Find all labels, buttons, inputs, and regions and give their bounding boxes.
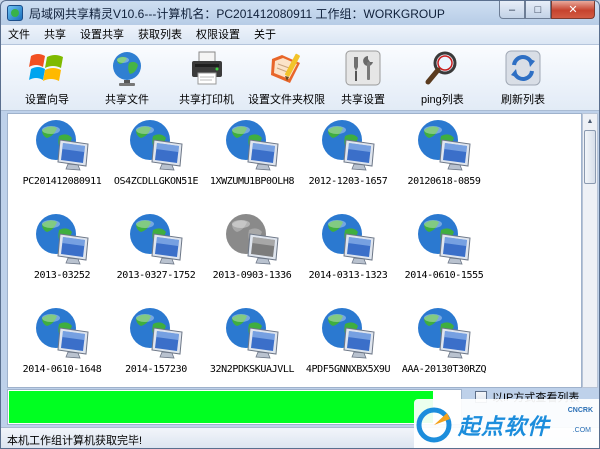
share-printer-button[interactable]: 共享打印机 bbox=[179, 49, 234, 107]
tool-label: 设置文件夹权限 bbox=[248, 94, 325, 106]
networked-computer-icon bbox=[36, 214, 89, 265]
computer-item[interactable]: AAA-20130T30RZQ bbox=[396, 304, 492, 375]
networked-computer-icon bbox=[418, 308, 471, 359]
computer-item[interactable]: 4PDF5GNNXBX5X9U bbox=[300, 304, 396, 375]
maximize-button[interactable]: □ bbox=[525, 1, 551, 19]
offline-computer-icon bbox=[226, 214, 279, 265]
networked-computer-icon bbox=[418, 120, 471, 171]
menu-get-list[interactable]: 获取列表 bbox=[131, 25, 189, 45]
computer-item[interactable]: 2013-0327-1752 bbox=[108, 210, 204, 281]
computer-name: 2014-0610-1555 bbox=[404, 270, 484, 281]
networked-computer-icon bbox=[322, 308, 375, 359]
networked-computer-icon bbox=[36, 308, 89, 359]
menu-about[interactable]: 关于 bbox=[247, 25, 283, 45]
folder-pencil-icon bbox=[267, 49, 307, 87]
close-button[interactable]: ✕ bbox=[551, 1, 595, 19]
vertical-scrollbar[interactable]: ▲ bbox=[582, 113, 598, 388]
computer-item[interactable]: 2012-1203-1657 bbox=[300, 116, 396, 187]
computer-item[interactable]: 2013-03252 bbox=[14, 210, 110, 281]
computer-name: 2013-03252 bbox=[33, 270, 91, 281]
window-title: 局域网共享精灵V10.6---计算机名：PC201412080911 工作组：W… bbox=[29, 6, 445, 21]
tool-label: 共享设置 bbox=[341, 94, 385, 106]
computer-item[interactable]: 2014-0610-1648 bbox=[14, 304, 110, 375]
progress-fill bbox=[9, 391, 433, 423]
windows-logo-icon bbox=[27, 49, 67, 87]
app-icon bbox=[7, 5, 23, 21]
computer-item[interactable]: OS4ZCDLLGKON51E bbox=[108, 116, 204, 187]
tool-label: 共享打印机 bbox=[179, 94, 234, 106]
computer-item[interactable]: PC201412080911 bbox=[14, 116, 110, 187]
close-icon: ✕ bbox=[568, 4, 578, 16]
computer-item[interactable]: 2014-0313-1323 bbox=[300, 210, 396, 281]
menu-file[interactable]: 文件 bbox=[1, 25, 37, 45]
watermark-sub2: .COM bbox=[572, 427, 591, 434]
networked-computer-icon bbox=[226, 308, 279, 359]
computer-name: 20120618-0859 bbox=[407, 176, 481, 187]
networked-computer-icon bbox=[130, 308, 183, 359]
maximize-icon: □ bbox=[534, 3, 542, 16]
refresh-list-button[interactable]: 刷新列表 bbox=[501, 49, 545, 107]
networked-computer-icon bbox=[322, 120, 375, 171]
folder-permissions-button[interactable]: 设置文件夹权限 bbox=[248, 49, 325, 107]
computer-name: 2013-0903-1336 bbox=[212, 270, 292, 281]
watermark-sub: CNCRK bbox=[567, 407, 593, 414]
menu-bar: 文件 共享 设置共享 获取列表 权限设置 关于 bbox=[1, 25, 599, 45]
tool-label: 设置向导 bbox=[25, 94, 69, 106]
app-window: 局域网共享精灵V10.6---计算机名：PC201412080911 工作组：W… bbox=[0, 0, 600, 449]
title-bar[interactable]: 局域网共享精灵V10.6---计算机名：PC201412080911 工作组：W… bbox=[1, 1, 599, 25]
magnifier-icon bbox=[422, 49, 462, 87]
tool-label: 共享文件 bbox=[105, 94, 149, 106]
status-text: 本机工作组计算机获取完毕! bbox=[7, 435, 143, 447]
share-settings-button[interactable]: 共享设置 bbox=[341, 49, 385, 107]
computer-list[interactable]: PC201412080911 OS4ZCDLLGKON51E 1XWZUMU1BP0… bbox=[7, 113, 582, 388]
watermark-text: 起点软件 bbox=[458, 414, 551, 440]
computer-name: 4PDF5GNNXBX5X9U bbox=[305, 364, 391, 375]
tool-label: ping列表 bbox=[421, 94, 464, 106]
tools-icon bbox=[343, 49, 383, 87]
printer-icon bbox=[187, 49, 227, 87]
share-files-button[interactable]: 共享文件 bbox=[105, 49, 149, 107]
computer-item[interactable]: 1XWZUMU1BP0OLH8 bbox=[204, 116, 300, 187]
refresh-icon bbox=[503, 49, 543, 87]
computer-name: 2014-0610-1648 bbox=[22, 364, 102, 375]
scroll-thumb[interactable] bbox=[584, 130, 596, 184]
progress-bar bbox=[7, 389, 462, 425]
computer-name: 2013-0327-1752 bbox=[116, 270, 196, 281]
computer-item[interactable]: 20120618-0859 bbox=[396, 116, 492, 187]
computer-name: AAA-20130T30RZQ bbox=[401, 364, 487, 375]
site-watermark: 起点软件 CNCRK .COM bbox=[414, 399, 599, 448]
networked-computer-icon bbox=[130, 120, 183, 171]
minimize-button[interactable]: – bbox=[499, 1, 525, 19]
computer-name: OS4ZCDLLGKON51E bbox=[113, 176, 199, 187]
minimize-icon: – bbox=[508, 3, 516, 16]
computer-name: 32N2PDKSKUAJVLL bbox=[209, 364, 295, 375]
networked-computer-icon bbox=[130, 214, 183, 265]
menu-permissions[interactable]: 权限设置 bbox=[189, 25, 247, 45]
menu-share[interactable]: 共享 bbox=[37, 25, 73, 45]
networked-computer-icon bbox=[36, 120, 89, 171]
window-controls: – □ ✕ bbox=[499, 1, 595, 19]
computer-name: 2014-157230 bbox=[125, 364, 187, 375]
computer-item[interactable]: 32N2PDKSKUAJVLL bbox=[204, 304, 300, 375]
computer-item[interactable]: 2013-0903-1336 bbox=[204, 210, 300, 281]
ping-list-button[interactable]: ping列表 bbox=[421, 49, 464, 107]
computer-item[interactable]: 2014-0610-1555 bbox=[396, 210, 492, 281]
networked-computer-icon bbox=[418, 214, 471, 265]
computer-name: 1XWZUMU1BP0OLH8 bbox=[209, 176, 295, 187]
computer-name: PC201412080911 bbox=[22, 176, 102, 187]
globe-icon bbox=[107, 49, 147, 87]
watermark-logo-icon bbox=[416, 407, 452, 442]
menu-share-settings[interactable]: 设置共享 bbox=[73, 25, 131, 45]
computer-name: 2012-1203-1657 bbox=[308, 176, 388, 187]
setup-wizard-button[interactable]: 设置向导 bbox=[25, 49, 69, 107]
networked-computer-icon bbox=[226, 120, 279, 171]
computer-item[interactable]: 2014-157230 bbox=[108, 304, 204, 375]
toolbar: 设置向导 共享文件 共享打印机 设置文件夹权限 共享设置 ping列表 刷新列表 bbox=[1, 45, 599, 111]
computer-name: 2014-0313-1323 bbox=[308, 270, 388, 281]
networked-computer-icon bbox=[322, 214, 375, 265]
tool-label: 刷新列表 bbox=[501, 94, 545, 106]
scroll-up-icon[interactable]: ▲ bbox=[583, 114, 597, 128]
